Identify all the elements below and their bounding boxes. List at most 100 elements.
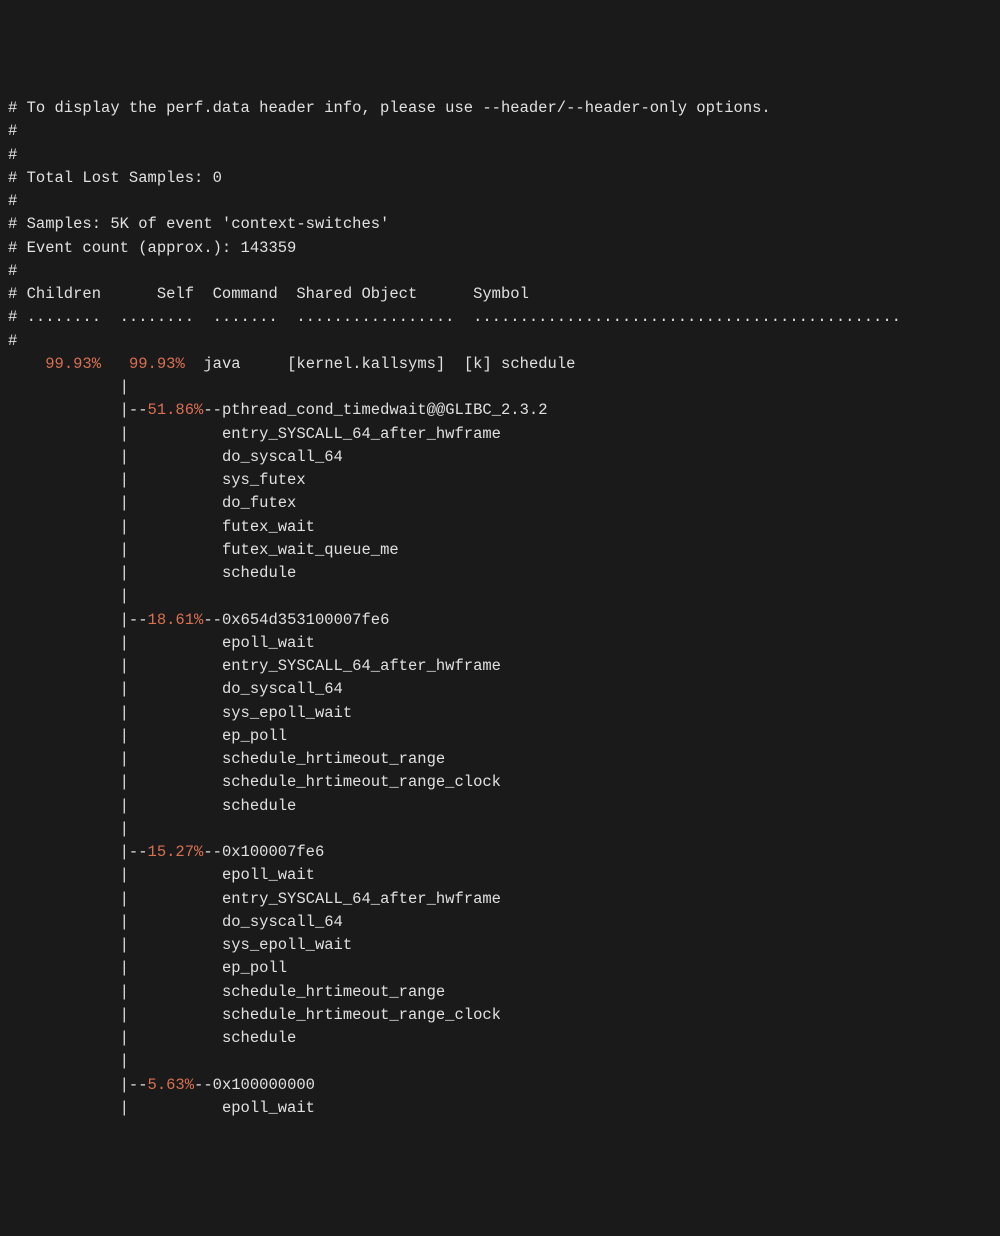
tree-pipe: |: [8, 378, 129, 396]
branch-pct: 18.61%: [148, 611, 204, 629]
callgraph-stack-entry: | entry_SYSCALL_64_after_hwframe: [8, 888, 992, 911]
tree-pipe: |: [8, 1052, 129, 1070]
tree-connector: |: [8, 585, 992, 608]
tree-stack-prefix: |: [8, 959, 222, 977]
tree-stack-prefix: |: [8, 890, 222, 908]
header-row: #: [8, 330, 992, 353]
callgraph-stack-entry: | futex_wait_queue_me: [8, 539, 992, 562]
stack-function: do_syscall_64: [222, 680, 343, 698]
stack-function: schedule: [222, 797, 296, 815]
callgraph-branch: |--18.61%--0x654d353100007fe6: [8, 609, 992, 632]
stack-function: schedule_hrtimeout_range: [222, 750, 445, 768]
symbol: [k] schedule: [464, 355, 576, 373]
branch-pct: 15.27%: [148, 843, 204, 861]
callgraph-stack-entry: | ep_poll: [8, 725, 992, 748]
callgraph-stack-entry: | schedule_hrtimeout_range: [8, 748, 992, 771]
header-line-2: #: [8, 146, 17, 164]
callgraph-stack-entry: | entry_SYSCALL_64_after_hwframe: [8, 423, 992, 446]
tree-stack-prefix: |: [8, 750, 222, 768]
stack-function: epoll_wait: [222, 634, 315, 652]
tree-stack-prefix: |: [8, 773, 222, 791]
callgraph-stack-entry: | do_futex: [8, 492, 992, 515]
stack-function: entry_SYSCALL_64_after_hwframe: [222, 425, 501, 443]
header-line-6: # Event count (approx.): 143359: [8, 239, 296, 257]
stack-function: ep_poll: [222, 727, 287, 745]
stack-function: schedule: [222, 564, 296, 582]
tree-stack-prefix: |: [8, 1029, 222, 1047]
callgraph-stack-entry: | schedule_hrtimeout_range_clock: [8, 771, 992, 794]
stack-function: schedule_hrtimeout_range: [222, 983, 445, 1001]
branch-function: pthread_cond_timedwait@@GLIBC_2.3.2: [222, 401, 548, 419]
tree-stack-prefix: |: [8, 657, 222, 675]
branch-pct: 51.86%: [148, 401, 204, 419]
stack-function: epoll_wait: [222, 1099, 315, 1117]
header-line-7: #: [8, 262, 17, 280]
callgraph-stack-entry: | sys_futex: [8, 469, 992, 492]
tree-stack-prefix: |: [8, 564, 222, 582]
header-line-9: # ........ ........ ....... ............…: [8, 308, 901, 326]
callgraph-stack-entry: | schedule_hrtimeout_range_clock: [8, 1004, 992, 1027]
callgraph-stack-entry: | do_syscall_64: [8, 446, 992, 469]
tree-stack-prefix: |: [8, 983, 222, 1001]
top-sample-row: 99.93% 99.93% java [kernel.kallsyms] [k]…: [8, 353, 992, 376]
stack-function: do_syscall_64: [222, 448, 343, 466]
tree-branch-prefix: |--: [8, 843, 148, 861]
tree-branch-prefix: |--: [8, 1076, 148, 1094]
stack-function: schedule_hrtimeout_range_clock: [222, 773, 501, 791]
stack-function: ep_poll: [222, 959, 287, 977]
tree-stack-prefix: |: [8, 680, 222, 698]
stack-function: entry_SYSCALL_64_after_hwframe: [222, 890, 501, 908]
callgraph-branch: |--15.27%--0x100007fe6: [8, 841, 992, 864]
header-row: # To display the perf.data header info, …: [8, 97, 992, 120]
branch-function: 0x100000000: [213, 1076, 315, 1094]
tree-stack-prefix: |: [8, 866, 222, 884]
callgraph-stack-entry: | sys_epoll_wait: [8, 702, 992, 725]
tree-stack-prefix: |: [8, 797, 222, 815]
stack-function: sys_epoll_wait: [222, 936, 352, 954]
tree-stack-prefix: |: [8, 518, 222, 536]
header-line-5: # Samples: 5K of event 'context-switches…: [8, 215, 389, 233]
callgraph-stack-entry: | do_syscall_64: [8, 678, 992, 701]
stack-function: sys_futex: [222, 471, 306, 489]
tree-branch-prefix: |--: [8, 401, 148, 419]
stack-function: do_syscall_64: [222, 913, 343, 931]
tree-stack-prefix: |: [8, 634, 222, 652]
callgraph-stack-entry: | epoll_wait: [8, 632, 992, 655]
stack-function: schedule: [222, 1029, 296, 1047]
tree-pipe: |: [8, 820, 129, 838]
stack-function: futex_wait: [222, 518, 315, 536]
header-row: # Children Self Command Shared Object Sy…: [8, 283, 992, 306]
callgraph-stack-entry: | epoll_wait: [8, 864, 992, 887]
callgraph-stack-entry: | entry_SYSCALL_64_after_hwframe: [8, 655, 992, 678]
tree-stack-prefix: |: [8, 448, 222, 466]
callgraph-stack-entry: | schedule: [8, 562, 992, 585]
tree-stack-prefix: |: [8, 425, 222, 443]
branch-function: 0x100007fe6: [222, 843, 324, 861]
tree-connector: |: [8, 376, 992, 399]
header-row: # Samples: 5K of event 'context-switches…: [8, 213, 992, 236]
stack-function: entry_SYSCALL_64_after_hwframe: [222, 657, 501, 675]
tree-stack-prefix: |: [8, 936, 222, 954]
callgraph-stack-entry: | schedule: [8, 1027, 992, 1050]
tree-stack-prefix: |: [8, 1099, 222, 1117]
tree-branch-prefix: |--: [8, 611, 148, 629]
tree-stack-prefix: |: [8, 704, 222, 722]
header-row: # ........ ........ ....... ............…: [8, 306, 992, 329]
callgraph-stack-entry: | futex_wait: [8, 516, 992, 539]
callgraph-branch: |--51.86%--pthread_cond_timedwait@@GLIBC…: [8, 399, 992, 422]
stack-function: schedule_hrtimeout_range_clock: [222, 1006, 501, 1024]
stack-function: sys_epoll_wait: [222, 704, 352, 722]
header-row: # Total Lost Samples: 0: [8, 167, 992, 190]
header-row: # Event count (approx.): 143359: [8, 237, 992, 260]
tree-stack-prefix: |: [8, 1006, 222, 1024]
callgraph-stack-entry: | ep_poll: [8, 957, 992, 980]
header-line-3: # Total Lost Samples: 0: [8, 169, 222, 187]
callgraph-stack-entry: | schedule_hrtimeout_range: [8, 981, 992, 1004]
header-line-8: # Children Self Command Shared Object Sy…: [8, 285, 529, 303]
tree-connector: |: [8, 1050, 992, 1073]
callgraph-stack-entry: | epoll_wait: [8, 1097, 992, 1120]
stack-function: epoll_wait: [222, 866, 315, 884]
header-row: #: [8, 120, 992, 143]
header-row: #: [8, 260, 992, 283]
tree-pipe: |: [8, 587, 129, 605]
